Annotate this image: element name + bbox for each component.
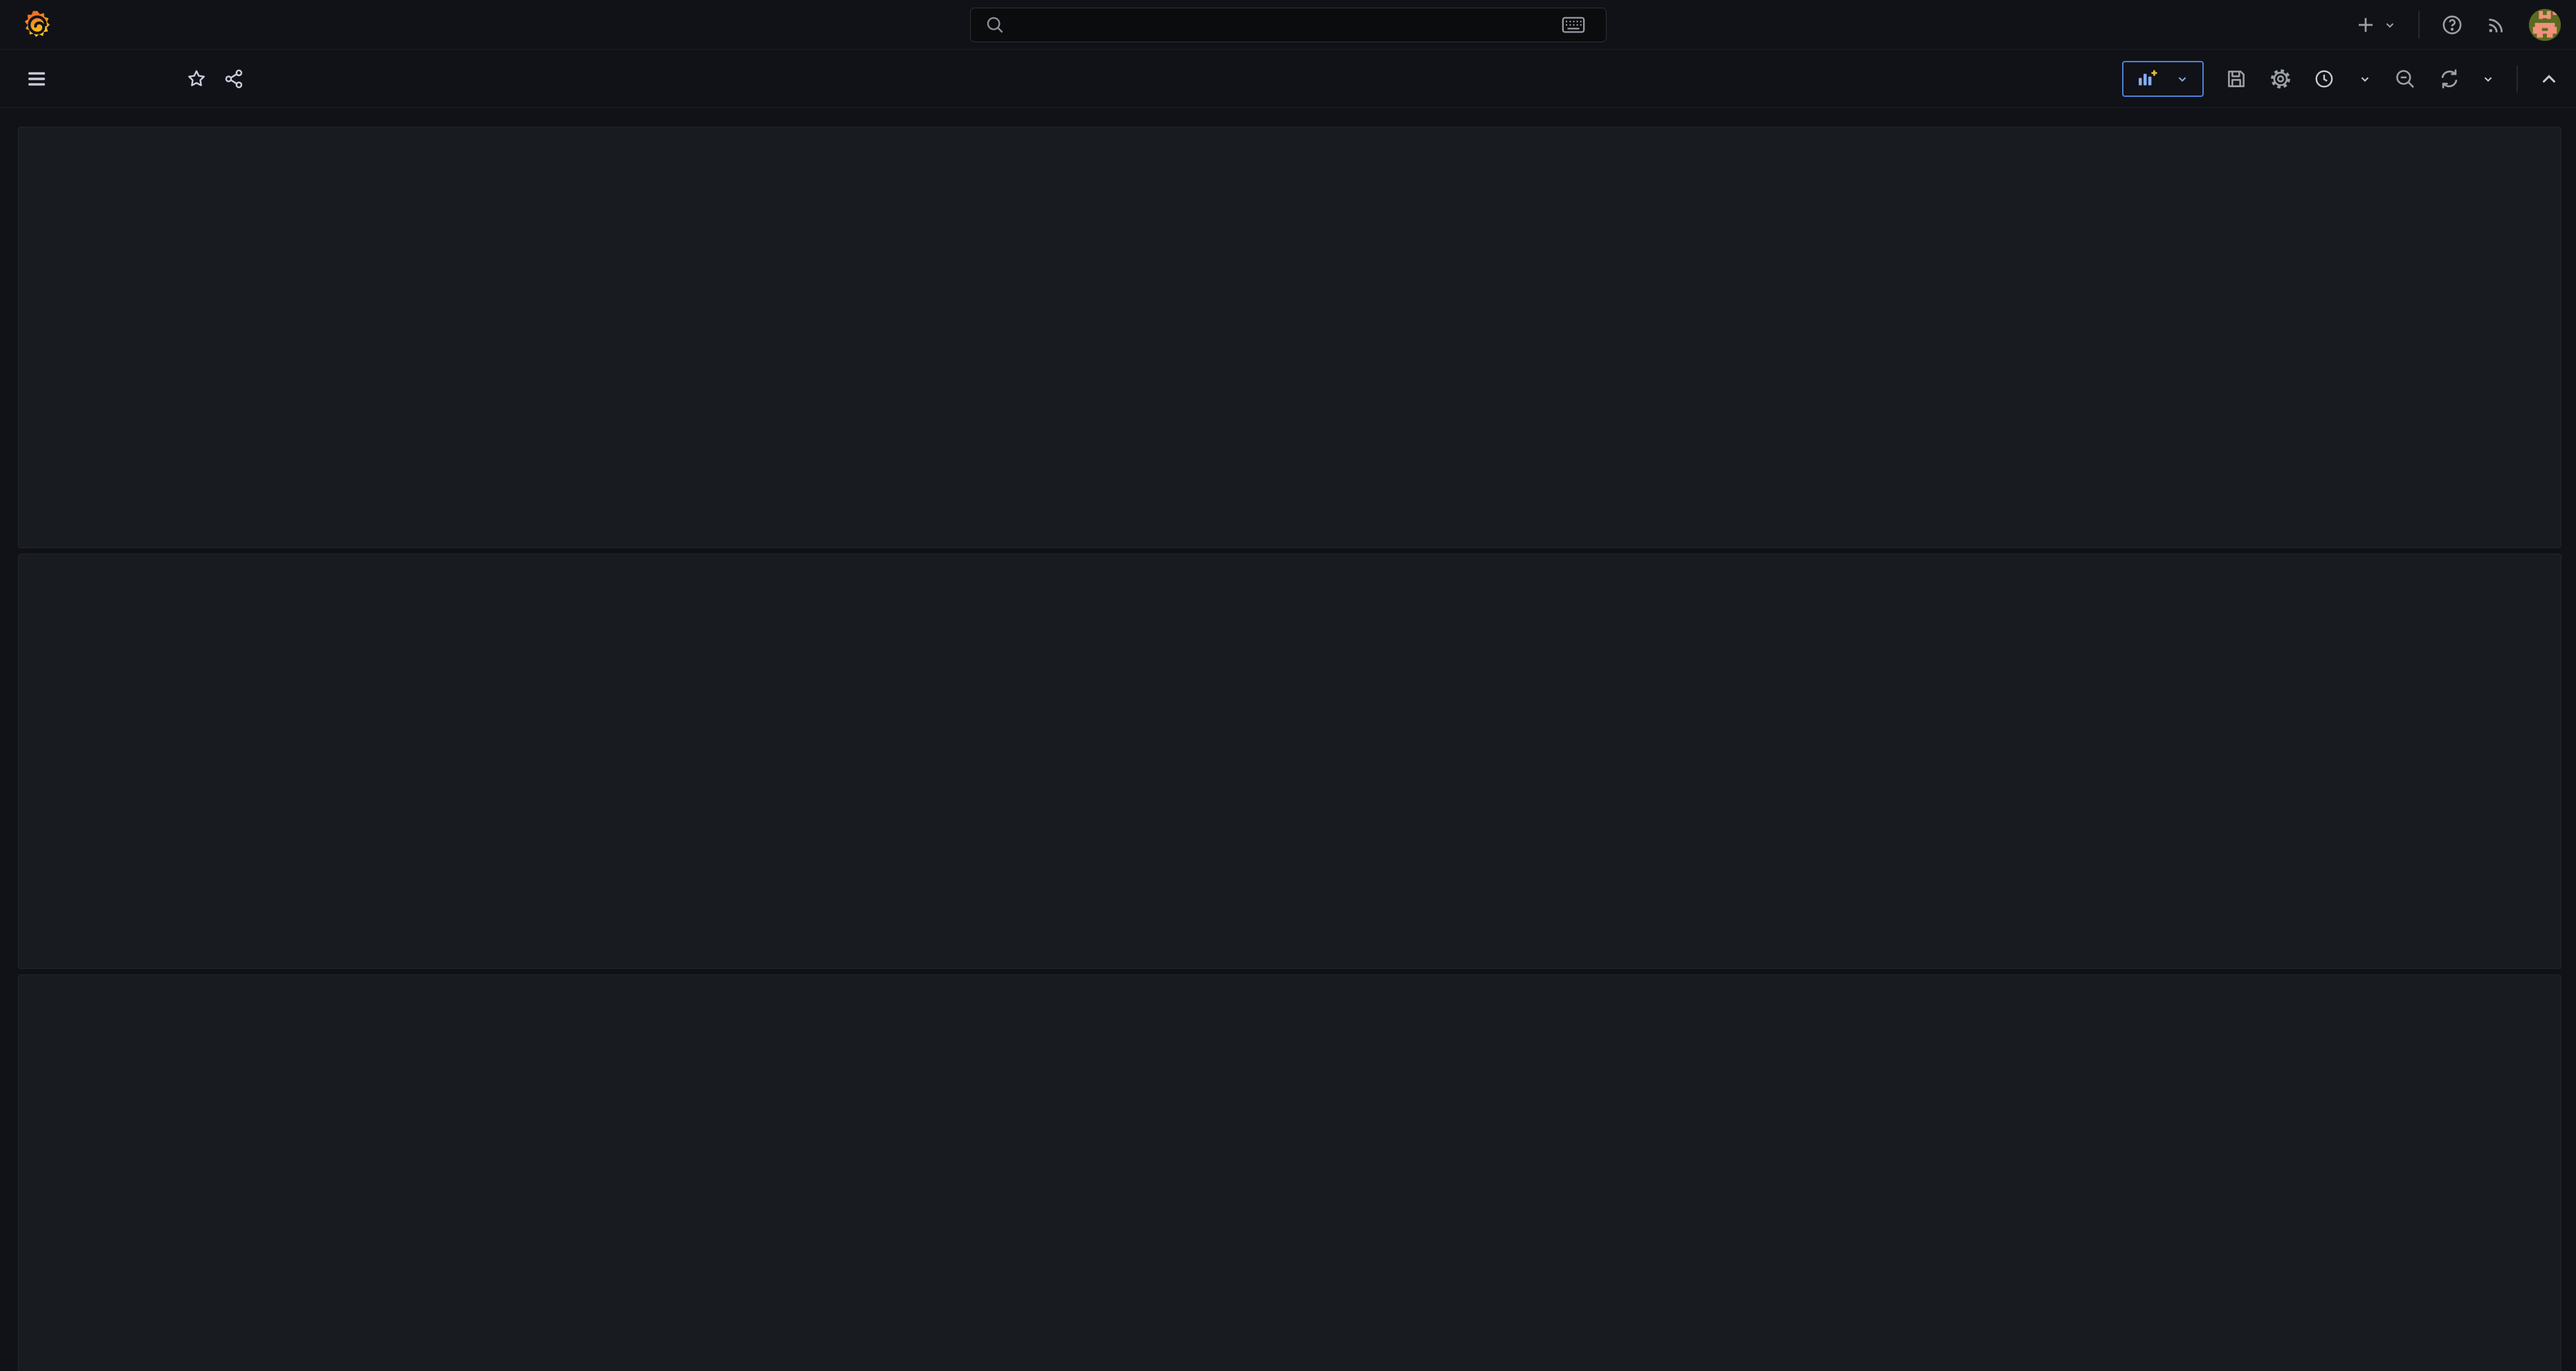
chevron-down-icon	[2382, 17, 2397, 33]
top-nav-bar	[0, 0, 2576, 50]
add-panel-icon	[2136, 68, 2158, 90]
search-icon	[985, 15, 1005, 35]
legend	[42, 920, 2550, 947]
save-icon[interactable]	[2225, 67, 2248, 91]
refresh-icon	[2438, 67, 2461, 91]
plus-icon	[2355, 14, 2377, 36]
panel-r-scores-averaged[interactable]	[18, 127, 2561, 548]
user-avatar[interactable]	[2529, 9, 2561, 41]
help-icon[interactable]	[2440, 13, 2464, 37]
news-icon[interactable]	[2485, 13, 2508, 37]
refresh-picker[interactable]	[2438, 67, 2496, 91]
timeseries-chart[interactable]	[19, 554, 2561, 968]
panel-r-scores[interactable]	[18, 554, 2561, 969]
chevron-down-icon	[2175, 71, 2190, 87]
menu-icon[interactable]	[25, 67, 48, 91]
share-icon[interactable]	[223, 68, 245, 90]
chevron-up-icon[interactable]	[2539, 69, 2559, 89]
clock-icon	[2313, 68, 2335, 90]
keyboard-icon	[1562, 16, 1585, 34]
star-icon[interactable]	[185, 68, 208, 90]
time-range-picker[interactable]	[2313, 68, 2373, 90]
settings-icon[interactable]	[2269, 67, 2292, 91]
breadcrumb	[25, 50, 245, 108]
search-shortcut	[1562, 16, 1592, 34]
timeseries-chart[interactable]	[19, 975, 2561, 1371]
nav-divider	[2418, 11, 2420, 39]
toolbar-divider	[2516, 65, 2518, 93]
panel-r-scores-downsampled[interactable]	[18, 974, 2561, 1371]
chevron-down-icon	[2481, 71, 2496, 87]
grafana-logo-icon[interactable]	[22, 10, 53, 40]
new-button[interactable]	[2355, 14, 2397, 36]
search-input[interactable]	[1016, 14, 1562, 36]
zoom-out-icon[interactable]	[2393, 67, 2417, 91]
timeseries-chart[interactable]	[19, 127, 2561, 547]
global-search[interactable]	[970, 8, 1607, 42]
legend	[42, 497, 2550, 525]
legend	[42, 1341, 2550, 1368]
dashboard-toolbar	[0, 50, 2576, 108]
chevron-down-icon	[2357, 71, 2373, 87]
add-button[interactable]	[2122, 61, 2204, 97]
